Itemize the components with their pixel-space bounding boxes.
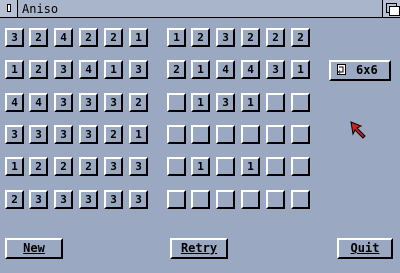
clue-cell[interactable]: 2 [79,28,98,47]
clue-cell[interactable]: 3 [5,28,24,47]
answer-cell[interactable] [167,157,186,176]
title-bar[interactable]: Aniso [0,0,400,18]
answer-cell[interactable]: 3 [216,28,235,47]
clue-cell[interactable]: 3 [129,60,148,79]
answer-cell[interactable]: 4 [241,60,260,79]
answer-cell[interactable]: 1 [191,157,210,176]
answer-cell[interactable]: 1 [291,60,310,79]
game-window: Aniso 3242211234134433323333211222332333… [0,0,400,273]
clue-cell[interactable]: 3 [129,157,148,176]
answer-cell[interactable]: 4 [216,60,235,79]
clue-cell[interactable]: 2 [104,125,123,144]
answer-cell[interactable]: 2 [191,28,210,47]
answer-cell[interactable]: 2 [266,28,285,47]
size-button[interactable]: 6x6 [329,60,391,81]
answer-cell[interactable] [167,93,186,112]
depth-front-icon [389,6,400,16]
clue-cell[interactable]: 3 [79,190,98,209]
answer-cell[interactable] [191,125,210,144]
clue-cell[interactable]: 2 [5,190,24,209]
answer-cell[interactable] [266,157,285,176]
answer-cell[interactable] [241,125,260,144]
answer-cell[interactable] [216,157,235,176]
answer-cell[interactable]: 3 [216,93,235,112]
clue-cell[interactable]: 3 [104,190,123,209]
clue-cell[interactable]: 2 [29,157,48,176]
clue-cell[interactable]: 3 [54,60,73,79]
clue-cell[interactable]: 4 [79,60,98,79]
clue-cell[interactable]: 3 [104,157,123,176]
clue-cell[interactable]: 3 [79,125,98,144]
answer-cell[interactable] [291,190,310,209]
answer-cell[interactable]: 3 [266,60,285,79]
answer-cell[interactable]: 1 [241,93,260,112]
clue-cell[interactable]: 2 [79,157,98,176]
answer-cell[interactable] [291,157,310,176]
answer-cell[interactable] [266,190,285,209]
clue-cell[interactable]: 1 [129,125,148,144]
close-icon [7,4,11,12]
answer-cell[interactable] [167,125,186,144]
window-title: Aniso [22,2,59,16]
answer-cell[interactable] [291,93,310,112]
close-gadget[interactable] [0,0,18,17]
new-button[interactable]: New [5,238,63,259]
answer-cell[interactable] [266,125,285,144]
clue-cell[interactable]: 2 [129,93,148,112]
answer-cell[interactable]: 1 [167,28,186,47]
clue-cell[interactable]: 2 [29,60,48,79]
answer-cell[interactable] [216,125,235,144]
clue-cell[interactable]: 1 [5,157,24,176]
clue-cell[interactable]: 3 [29,190,48,209]
clue-cell[interactable]: 1 [104,60,123,79]
answer-cell[interactable]: 1 [191,93,210,112]
answer-cell[interactable]: 2 [167,60,186,79]
size-label: 6x6 [356,63,378,77]
answer-cell[interactable] [191,190,210,209]
clue-cell[interactable]: 1 [5,60,24,79]
clue-cell[interactable]: 3 [79,93,98,112]
clue-cell[interactable]: 3 [29,125,48,144]
clue-cell[interactable]: 3 [54,190,73,209]
answer-cell[interactable] [167,190,186,209]
clue-cell[interactable]: 4 [54,28,73,47]
answer-cell[interactable]: 2 [241,28,260,47]
clue-cell[interactable]: 2 [104,28,123,47]
answer-cell[interactable]: 2 [291,28,310,47]
answer-cell[interactable] [241,190,260,209]
clue-cell[interactable]: 3 [54,125,73,144]
answer-cell[interactable] [216,190,235,209]
cycle-icon [337,64,346,75]
clue-cell[interactable]: 1 [129,28,148,47]
depth-gadget[interactable] [382,0,400,17]
retry-button[interactable]: Retry [170,238,228,259]
answer-cell[interactable]: 1 [241,157,260,176]
clue-cell[interactable]: 3 [104,93,123,112]
clue-cell[interactable]: 3 [5,125,24,144]
clue-cell[interactable]: 2 [54,157,73,176]
clue-cell[interactable]: 4 [5,93,24,112]
answer-cell[interactable]: 1 [191,60,210,79]
answer-cell[interactable] [291,125,310,144]
answer-cell[interactable] [266,93,285,112]
quit-button[interactable]: Quit [337,238,393,259]
clue-cell[interactable]: 3 [54,93,73,112]
clue-cell[interactable]: 4 [29,93,48,112]
clue-cell[interactable]: 3 [129,190,148,209]
clue-cell[interactable]: 2 [29,28,48,47]
mouse-pointer-icon [350,121,366,139]
